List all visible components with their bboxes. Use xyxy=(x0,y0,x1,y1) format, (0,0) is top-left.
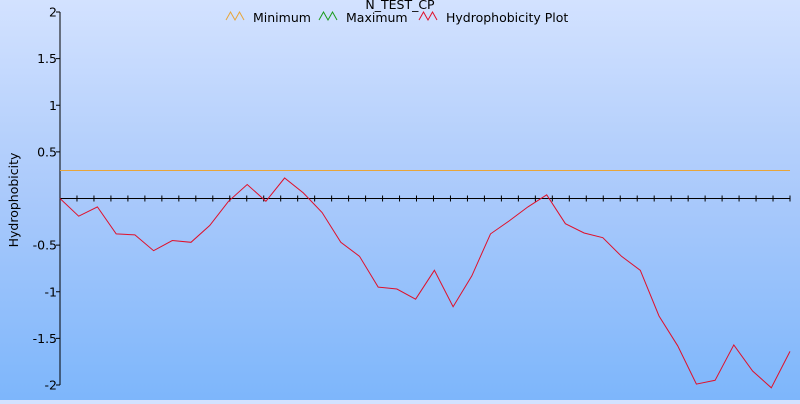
legend: Minimum Maximum Hydrophobicity Plot xyxy=(225,10,568,25)
legend-swatch-hydrophobicity-plot xyxy=(418,10,438,22)
hydrophobicity-chart: N_TEST_CP Minimum Maximum Hydrophobicity P… xyxy=(0,0,800,400)
y-tick-label: -1.5 xyxy=(33,331,57,346)
y-tick-label: -0.5 xyxy=(33,238,57,253)
legend-label-minimum: Minimum xyxy=(253,10,311,25)
legend-item-maximum: Maximum xyxy=(318,10,408,25)
series-line-hydrophobicity-plot xyxy=(59,177,791,389)
series-layer xyxy=(59,170,791,389)
legend-item-hydrophobicity-plot: Hydrophobicity Plot xyxy=(418,10,568,25)
legend-swatch-minimum xyxy=(225,10,245,22)
y-tick-label: 1.5 xyxy=(37,51,57,66)
y-axis: 2 1.5 1 0.5 -0.5 -1 -1.5 -2 xyxy=(33,5,61,393)
legend-label-hydrophobicity-plot: Hydrophobicity Plot xyxy=(446,10,568,25)
y-tick-label: -2 xyxy=(45,378,57,393)
y-tick-label: 0.5 xyxy=(37,144,57,159)
y-tick-label: 2 xyxy=(49,5,57,20)
chart-svg: N_TEST_CP Minimum Maximum Hydrophobicity P… xyxy=(6,0,791,393)
x-axis xyxy=(59,195,791,202)
legend-swatch-maximum xyxy=(318,10,338,22)
y-tick-label: -1 xyxy=(45,284,57,299)
y-axis-label: Hydrophobicity xyxy=(6,152,21,247)
legend-label-maximum: Maximum xyxy=(346,10,408,25)
y-tick-label: 1 xyxy=(49,98,57,113)
legend-item-minimum: Minimum xyxy=(225,10,311,25)
